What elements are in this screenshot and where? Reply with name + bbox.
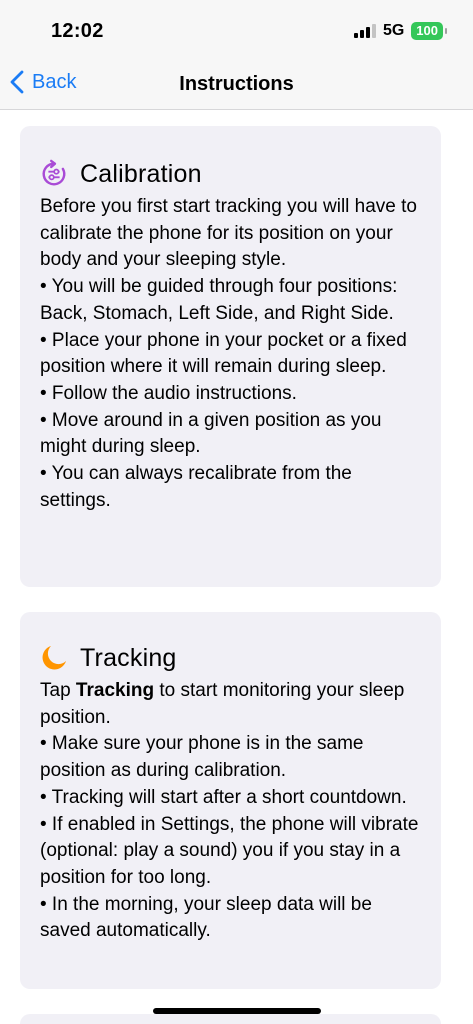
calibration-title: Calibration [80,159,202,188]
tracking-intro-prefix: Tap [40,680,76,701]
battery-icon: 100 [411,22,447,40]
calibration-bullet: • Move around in a given position as you… [40,409,382,458]
battery-level: 100 [416,23,438,38]
calibration-bullet: • Place your phone in your pocket or a f… [40,329,407,378]
calibration-bullet: • You can always recalibrate from the se… [40,463,352,511]
tracking-bullet: • Tracking will start after a short coun… [40,786,407,808]
sliders-refresh-icon [40,159,68,189]
calibration-card: Calibration Before you first start track… [20,126,441,587]
network-label: 5G [382,22,405,39]
signal-icon [353,24,376,38]
navigation-bar: Back Instructions [0,58,473,110]
status-time: 12:02 [51,20,104,42]
moon-icon [40,643,68,673]
page-title: Instructions [179,73,294,95]
status-indicators: 5G 100 [353,22,447,40]
tracking-intro-bold: Tracking [75,680,155,701]
status-bar: 12:02 5G 100 [0,0,473,58]
tracking-header: Tracking [40,643,421,673]
calibration-bullet: • Follow the audio instructions. [40,382,297,404]
tracking-bullet: • Make sure your phone is in the same po… [40,733,364,782]
calibration-body: Before you first start tracking you will… [40,194,421,514]
tracking-body: Tap Tracking to start monitoring your sl… [40,678,421,945]
tracking-title: Tracking [80,643,177,672]
tracking-bullet: • In the morning, your sleep data will b… [40,893,372,942]
calibration-intro: Before you first start tracking you will… [40,196,417,271]
calibration-bullet: • You will be guided through four positi… [40,276,398,324]
home-indicator[interactable] [153,1008,321,1014]
tracking-card: Tracking Tap Tracking to start monitorin… [20,612,441,989]
tracking-bullet: • If enabled in Settings, the phone will… [40,813,419,888]
next-card [20,1014,441,1024]
tracking-intro: Tap Tracking to start monitoring your sl… [40,678,421,731]
calibration-header: Calibration [40,159,421,189]
